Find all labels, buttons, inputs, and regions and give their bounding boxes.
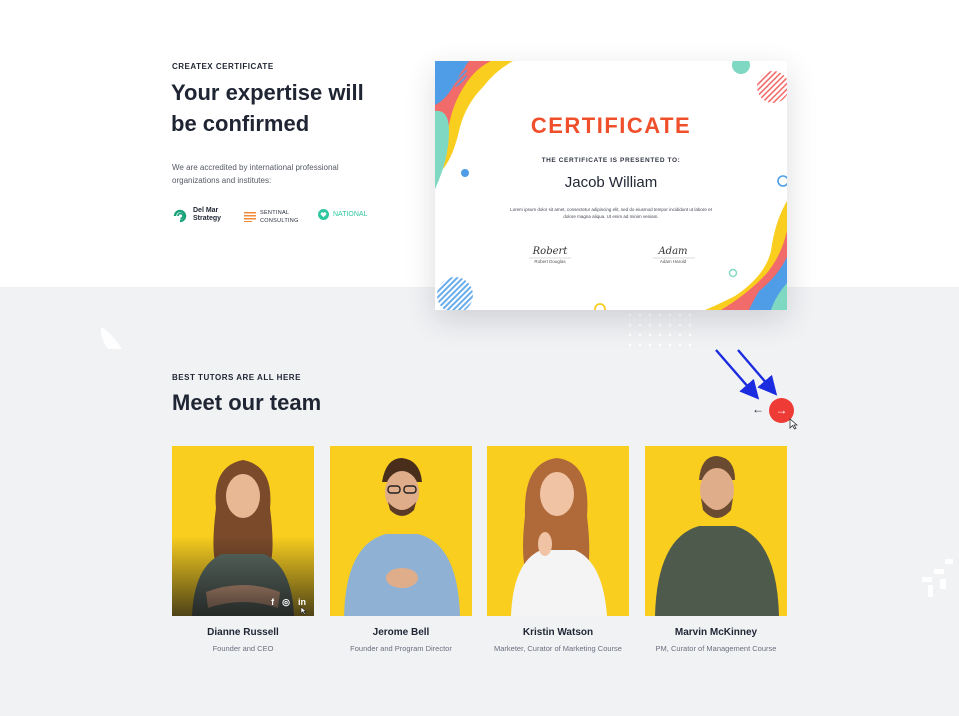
team-card[interactable]: Marvin McKinney PM, Curator of Managemen… xyxy=(645,446,787,653)
member-role: Founder and CEO xyxy=(212,644,274,653)
person-silhouette-icon xyxy=(511,458,607,616)
signature-script: Adam xyxy=(658,246,688,257)
certificate-headline-line2: be confirmed xyxy=(171,111,310,136)
certificate-description-line2: organizations and institutes: xyxy=(172,176,272,185)
del-mar-logo-icon xyxy=(173,209,187,222)
signature-printed: Robert Douglas xyxy=(534,259,566,264)
background-decoration xyxy=(100,313,953,597)
member-role: Founder and Program Director xyxy=(350,644,452,653)
certificate-card: CERTIFICATE THE CERTIFICATE IS PRESENTED… xyxy=(435,61,787,310)
partner-del-mar: Del Mar Strategy xyxy=(172,207,221,223)
member-name: Dianne Russell xyxy=(207,627,279,638)
signature-printed: Adam Harold xyxy=(659,259,687,264)
partner-name: Del Mar Strategy xyxy=(193,207,222,222)
signature-left: Robert Robert Douglas xyxy=(515,246,585,264)
facebook-icon[interactable]: f xyxy=(271,597,274,608)
member-photo[interactable] xyxy=(645,446,787,616)
certificate-recipient: Jacob William xyxy=(564,174,658,191)
member-name: Jerome Bell xyxy=(372,627,430,638)
partner-sentinal: SENTINAL CONSULTING xyxy=(244,209,299,225)
partner-name: SENTINAL CONSULTING xyxy=(260,210,299,224)
member-role: PM, Curator of Management Course xyxy=(655,644,777,653)
certificate-headline-line1: Your expertise will xyxy=(171,80,364,105)
sentinal-logo-icon xyxy=(244,212,256,222)
person-silhouette-icon xyxy=(655,456,779,616)
instagram-icon[interactable]: ◎ xyxy=(282,597,290,608)
team-headline: Meet our team xyxy=(172,390,322,415)
certificate-eyebrow: CREATEX CERTIFICATE xyxy=(172,62,274,71)
mouse-cursor-icon xyxy=(789,418,798,430)
team-card[interactable]: Jerome Bell Founder and Program Director xyxy=(330,446,472,653)
national-logo-icon xyxy=(318,209,329,220)
team-eyebrow: BEST TUTORS ARE ALL HERE xyxy=(172,373,301,382)
signature-right: Adam Adam Harold xyxy=(638,246,708,264)
team-card[interactable]: f ◎ in Dianne Russell Founder and CEO xyxy=(172,446,314,653)
partner-name: NATIONAL xyxy=(333,210,368,218)
member-name: Kristin Watson xyxy=(522,627,594,638)
member-name: Marvin McKinney xyxy=(674,627,758,638)
certificate-description-line1: We are accredited by international profe… xyxy=(172,163,339,172)
team-section xyxy=(0,287,959,716)
certificate-subtitle: THE CERTIFICATE IS PRESENTED TO: xyxy=(541,157,681,164)
person-silhouette-icon xyxy=(344,458,460,616)
certificate-title: CERTIFICATE xyxy=(530,113,692,138)
signature-script: Robert xyxy=(532,246,568,257)
annotation-arrows-icon xyxy=(715,349,778,400)
partner-national: NATIONAL xyxy=(318,209,368,220)
member-photo[interactable]: f ◎ in xyxy=(172,446,314,616)
mouse-cursor-icon xyxy=(300,606,307,615)
member-photo[interactable] xyxy=(330,446,472,616)
team-card[interactable]: Kristin Watson Marketer, Curator of Mark… xyxy=(487,446,629,653)
member-photo[interactable] xyxy=(487,446,629,616)
member-role: Marketer, Curator of Marketing Course xyxy=(494,644,622,653)
certificate-body-text: Lorem ipsum dolor sit amet, consectetur … xyxy=(510,207,712,219)
